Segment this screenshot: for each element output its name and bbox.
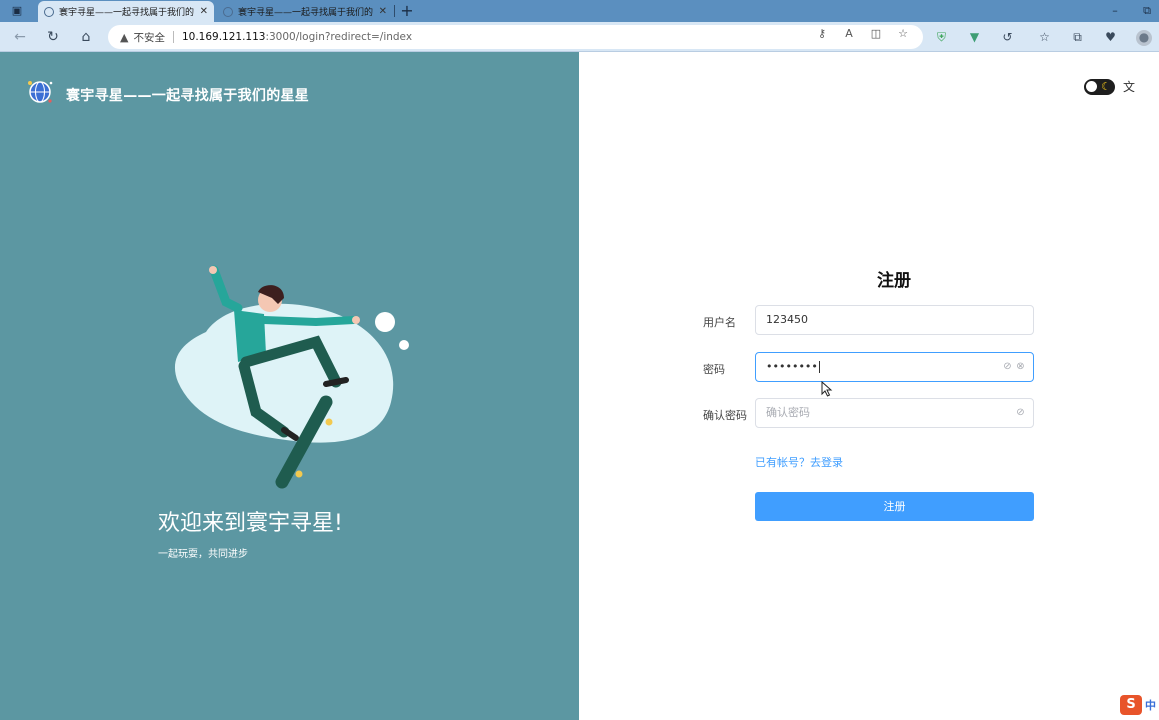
translate-icon[interactable]: 文 <box>1121 79 1137 95</box>
vue-devtools-icon[interactable]: ▼ <box>967 30 982 45</box>
go-login-link[interactable]: 已有帐号？去登录 <box>755 454 843 470</box>
password-input[interactable]: •••••••• ⊘ ⊗ <box>755 352 1034 382</box>
tab-title: 寰宇寻星——一起寻找属于我们的 <box>238 8 373 18</box>
clear-input-icon[interactable]: ⊗ <box>1014 360 1027 373</box>
skateboarder-illustration <box>174 265 409 489</box>
new-tab-icon[interactable]: + <box>398 1 416 21</box>
tab-title: 寰宇寻星——一起寻找属于我们的 <box>59 8 194 18</box>
brand-title: 寰宇寻星——一起寻找属于我们的星星 <box>66 88 310 104</box>
form-title: 注册 <box>877 271 911 291</box>
mouse-cursor-icon <box>821 381 833 397</box>
restore-icon[interactable]: ⧉ <box>1139 3 1155 19</box>
username-label: 用户名 <box>703 316 736 329</box>
home-icon[interactable]: ⌂ <box>77 28 95 46</box>
welcome-panel: 寰宇寻星——一起寻找属于我们的星星 欢迎来到寰宇寻星! 一起玩耍，共同进步 <box>0 52 579 720</box>
ime-mode-label: 中 <box>1145 699 1156 712</box>
key-icon[interactable]: ⚷ <box>815 27 829 41</box>
password-label: 密码 <box>703 363 725 376</box>
performance-icon[interactable]: ♥ <box>1103 30 1118 45</box>
refresh-icon[interactable]: ↻ <box>44 28 62 46</box>
welcome-heading: 欢迎来到寰宇寻星! <box>158 511 343 536</box>
sogou-ime-icon: S <box>1120 695 1142 715</box>
tab-favicon-icon <box>44 6 54 17</box>
url-path: :3000/login?redirect=/index <box>265 31 413 43</box>
text-caret <box>818 361 820 373</box>
url-host: 10.169.121.113 <box>181 31 266 43</box>
security-label[interactable]: 不安全 <box>133 30 165 45</box>
add-favorite-icon[interactable]: ☆ <box>896 27 910 41</box>
tab-close-icon[interactable]: ✕ <box>200 6 208 17</box>
ime-indicator[interactable]: S 中 <box>1120 695 1159 715</box>
register-button[interactable]: 注册 <box>755 492 1034 521</box>
tab-inactive[interactable]: 寰宇寻星——一起寻找属于我们的 ✕ <box>217 1 393 22</box>
tab-close-icon[interactable]: ✕ <box>379 6 387 17</box>
collections-icon[interactable]: ⧉ <box>1070 30 1085 45</box>
dark-mode-toggle[interactable]: ☾ <box>1084 79 1115 95</box>
confirm-password-placeholder: 确认密码 <box>766 406 810 419</box>
register-panel: ☾ 文 注册 用户名 123450 密码 •••••••• ⊘ ⊗ 确认密码 确… <box>579 52 1159 720</box>
warning-icon: ▲ <box>120 30 129 44</box>
toggle-knob <box>1086 81 1097 92</box>
confirm-password-input[interactable]: 确认密码 ⊘ <box>755 398 1034 428</box>
password-value: •••••••• <box>766 360 818 373</box>
split-screen-icon[interactable]: ◫ <box>869 27 883 41</box>
read-aloud-icon[interactable]: A <box>842 27 856 41</box>
browser-tabstrip: ▣ 寰宇寻星——一起寻找属于我们的 ✕ 寰宇寻星——一起寻找属于我们的 ✕ + … <box>0 0 1159 22</box>
back-icon[interactable]: ← <box>11 28 29 46</box>
shield-extension-icon[interactable]: ⛨ <box>934 30 949 45</box>
show-password-icon[interactable]: ⊘ <box>1001 360 1014 373</box>
tab-divider <box>394 5 395 17</box>
minimize-icon[interactable]: – <box>1107 3 1123 19</box>
show-password-icon[interactable]: ⊘ <box>1014 406 1027 419</box>
tab-actions-icon[interactable]: ▣ <box>9 3 25 19</box>
address-bar[interactable]: ▲ 不安全 10.169.121.113 :3000/login?redirec… <box>108 25 923 49</box>
favorites-icon[interactable]: ☆ <box>1037 30 1052 45</box>
username-input[interactable]: 123450 <box>755 305 1034 335</box>
moon-icon: ☾ <box>1101 80 1111 93</box>
confirm-password-label: 确认密码 <box>703 409 747 422</box>
welcome-tagline: 一起玩耍，共同进步 <box>158 549 248 560</box>
screen: ▣ 寰宇寻星——一起寻找属于我们的 ✕ 寰宇寻星——一起寻找属于我们的 ✕ + … <box>0 0 1159 720</box>
tab-active[interactable]: 寰宇寻星——一起寻找属于我们的 ✕ <box>38 1 214 22</box>
extension-icon[interactable]: ↺ <box>1000 30 1015 45</box>
tab-favicon-icon <box>223 6 233 17</box>
username-value: 123450 <box>766 313 808 326</box>
browser-toolbar: ← ↻ ⌂ ▲ 不安全 10.169.121.113 :3000/login?r… <box>0 22 1159 52</box>
profile-avatar-icon[interactable]: ● <box>1136 30 1152 46</box>
address-separator <box>172 31 174 43</box>
globe-logo-icon <box>28 81 53 103</box>
